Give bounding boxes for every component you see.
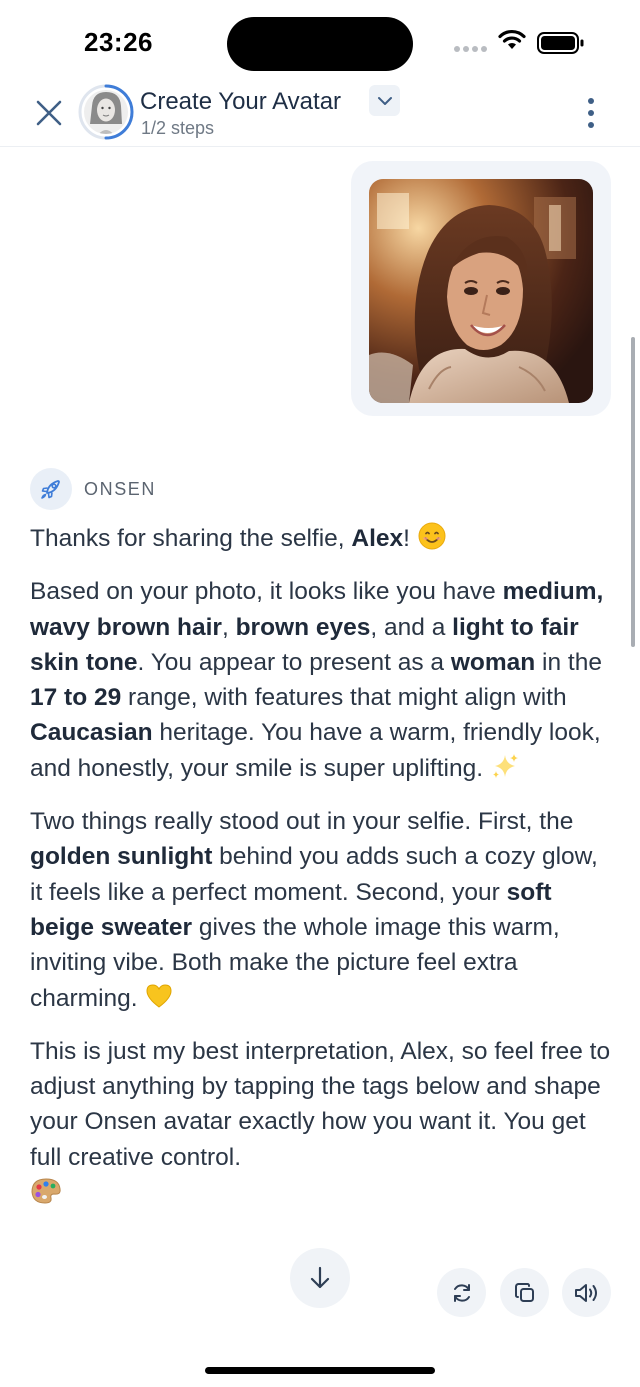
speaker-icon bbox=[574, 1283, 597, 1302]
dynamic-island bbox=[227, 17, 413, 71]
wifi-icon bbox=[498, 29, 526, 49]
bot-avatar bbox=[30, 468, 72, 510]
read-aloud-button[interactable] bbox=[562, 1268, 611, 1317]
copy-button[interactable] bbox=[500, 1268, 549, 1317]
artist-palette-emoji bbox=[31, 1178, 61, 1204]
scroll-down-button[interactable] bbox=[290, 1248, 350, 1308]
arrow-down-icon bbox=[310, 1266, 330, 1289]
home-indicator[interactable] bbox=[205, 1367, 435, 1374]
user-name: Alex bbox=[351, 525, 404, 552]
tag-heritage: Caucasian bbox=[30, 719, 153, 747]
message-paragraph-2: Based on your photo, it looks like you h… bbox=[30, 578, 604, 782]
sparkles-emoji bbox=[492, 753, 518, 778]
message-paragraph-1: Thanks for sharing the selfie, Alex! bbox=[30, 521, 615, 556]
yellow-heart-emoji bbox=[146, 984, 172, 1008]
user-image-message bbox=[351, 161, 611, 416]
chevron-down-icon bbox=[377, 96, 392, 105]
tag-eyes: brown eyes bbox=[235, 613, 371, 641]
tag-gender: woman bbox=[450, 648, 536, 676]
status-time: 23:26 bbox=[84, 27, 153, 57]
step-counter: 1/2 steps bbox=[141, 118, 215, 138]
scrollbar[interactable] bbox=[631, 337, 635, 647]
status-bar: 23:26 bbox=[0, 0, 640, 84]
app-header: Create Your Avatar 1/2 steps bbox=[0, 84, 640, 147]
page-title: Create Your Avatar bbox=[140, 88, 342, 115]
more-vertical-icon[interactable] bbox=[580, 96, 602, 130]
avatar-sketch bbox=[84, 90, 128, 134]
message-paragraph-4: This is just my best interpretation, Ale… bbox=[30, 1034, 615, 1210]
tag-lighting: golden sunlight bbox=[30, 843, 213, 871]
regenerate-button[interactable] bbox=[437, 1268, 486, 1317]
title-dropdown-button[interactable] bbox=[369, 85, 400, 116]
copy-icon bbox=[514, 1282, 534, 1302]
message-paragraph-3: Two things really stood out in your self… bbox=[30, 808, 598, 1012]
rocket-icon bbox=[41, 480, 60, 499]
assistant-message: Thanks for sharing the selfie, Alex! Bas… bbox=[30, 521, 615, 1228]
selfie-photo[interactable] bbox=[369, 179, 593, 403]
avatar-progress-ring bbox=[78, 84, 134, 140]
smiling-face-emoji bbox=[418, 522, 446, 550]
refresh-icon bbox=[453, 1283, 470, 1302]
tag-age-range: 17 to 29 bbox=[30, 684, 122, 712]
cellular-signal-icon bbox=[454, 46, 487, 52]
bot-name: ONSEN bbox=[84, 479, 157, 499]
close-icon[interactable] bbox=[35, 99, 63, 127]
battery-icon bbox=[537, 32, 584, 54]
